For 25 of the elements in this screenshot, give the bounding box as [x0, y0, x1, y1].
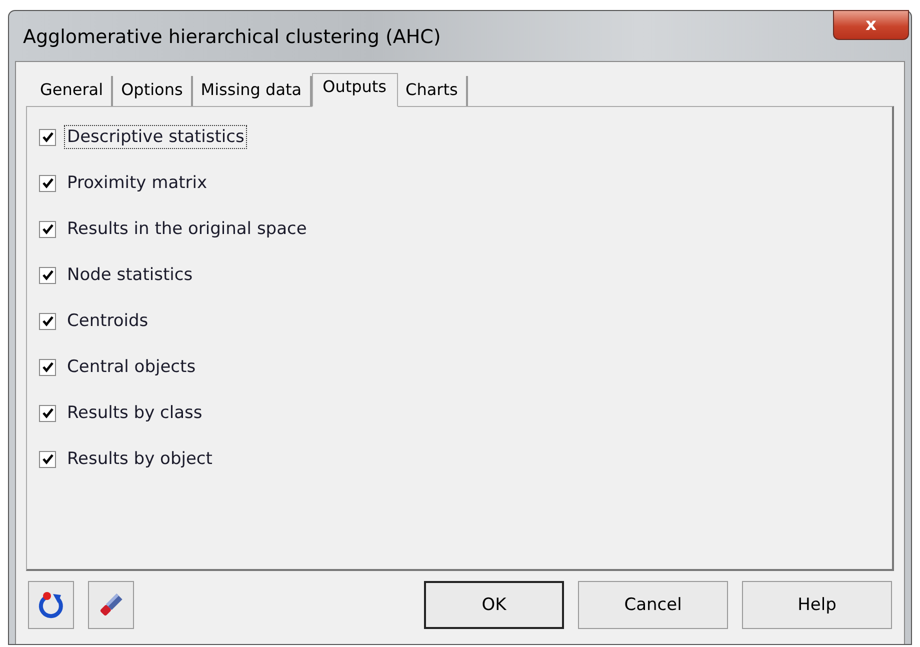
reset-button[interactable] [28, 581, 74, 629]
checkbox[interactable] [39, 266, 56, 284]
checkbox[interactable] [39, 128, 56, 146]
checkbox-label[interactable]: Descriptive statistics [64, 125, 248, 149]
checkbox-label[interactable]: Results in the original space [64, 217, 310, 241]
eraser-button[interactable] [88, 581, 134, 629]
window-title: Agglomerative hierarchical clustering (AHC) [23, 26, 441, 48]
checkbox-label[interactable]: Proximity matrix [64, 171, 210, 195]
dialog-button[interactable]: Help [742, 581, 892, 629]
checkbox-label[interactable]: Centroids [64, 309, 152, 333]
checkbox[interactable] [39, 312, 56, 330]
circular-arrow-icon [36, 589, 66, 621]
checkbox[interactable] [39, 404, 56, 422]
checkbox-label[interactable]: Results by class [64, 401, 206, 425]
checkbox-label[interactable]: Node statistics [64, 263, 196, 287]
checkbox-label[interactable]: Results by object [64, 447, 216, 471]
dialog-button[interactable]: OK [424, 581, 564, 629]
checkbox[interactable] [39, 174, 56, 192]
checkbox[interactable] [39, 450, 56, 468]
checkbox-label[interactable]: Central objects [64, 355, 199, 379]
dialog-button[interactable]: Cancel [578, 581, 728, 629]
checkbox[interactable] [39, 358, 56, 376]
close-button[interactable]: x [833, 10, 909, 40]
tab[interactable]: Outputs [312, 73, 398, 107]
checkbox[interactable] [39, 220, 56, 238]
